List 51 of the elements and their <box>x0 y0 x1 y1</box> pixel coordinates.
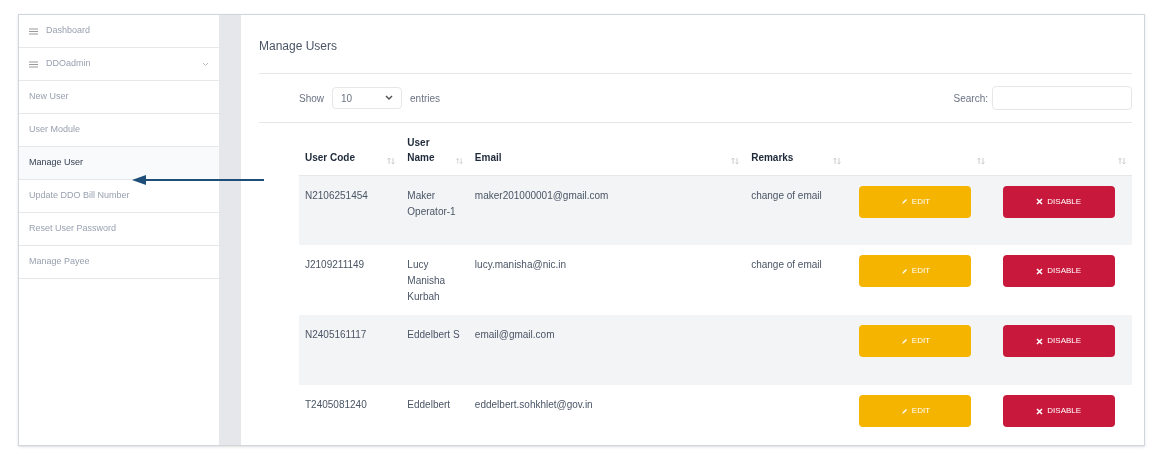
dashboard-icon <box>29 27 38 35</box>
email-cell: email@gmail.com <box>474 329 555 340</box>
email-cell: lucy.manisha@nic.in <box>474 259 566 270</box>
edit-button[interactable]: EDIT <box>859 255 972 287</box>
entries-select[interactable]: 10 <box>332 87 402 109</box>
user-name-cell: Eddelbert <box>407 399 451 410</box>
user-code-cell: N2106251454 <box>305 189 368 201</box>
disable-button[interactable]: DISABLE <box>1002 395 1115 427</box>
edit-icon <box>900 337 908 345</box>
search-label: Search: <box>953 91 988 106</box>
user-name-cell: Eddelbert S <box>407 329 460 340</box>
show-label: Show <box>299 91 324 106</box>
column-header[interactable]: Email <box>474 149 502 165</box>
user-name-cell: Maker Operator-1 <box>407 189 456 217</box>
sort-icon[interactable] <box>387 156 396 165</box>
edit-button[interactable]: EDIT <box>859 325 972 357</box>
column-header[interactable]: Remarks <box>751 149 794 165</box>
column-header[interactable]: User Code <box>305 149 355 165</box>
edit-icon <box>900 267 908 275</box>
remarks-cell: change of email <box>751 189 822 201</box>
email-cell: maker201000001@gmail.com <box>474 189 609 201</box>
sort-icon[interactable] <box>1118 156 1126 165</box>
grid-icon <box>29 60 38 68</box>
sort-icon[interactable] <box>833 156 842 165</box>
email-cell: eddelbert.sohkhlet@gov.in <box>474 399 593 410</box>
user-code-cell: J2109211149 <box>305 259 365 270</box>
disable-button[interactable]: DISABLE <box>1002 255 1115 287</box>
close-icon <box>1036 407 1044 415</box>
edit-icon <box>900 407 908 415</box>
user-code-cell: T2405081240 <box>305 399 367 410</box>
column-header[interactable]: User Name <box>407 134 452 165</box>
chevron-icon <box>202 61 209 67</box>
sort-icon[interactable] <box>976 156 985 165</box>
sidebar-item[interactable]: Manage User <box>19 147 219 180</box>
close-icon <box>1036 198 1044 205</box>
disable-button[interactable]: DISABLE <box>1002 325 1115 357</box>
caret-icon <box>385 95 393 101</box>
sort-icon[interactable] <box>456 156 463 165</box>
close-icon <box>1036 337 1044 345</box>
entries-label: entries <box>410 91 441 106</box>
close-icon <box>1036 267 1044 275</box>
panel-title: Manage Users <box>259 15 1132 74</box>
sort-icon[interactable] <box>731 156 740 165</box>
edit-button[interactable]: EDIT <box>859 395 972 427</box>
edit-icon <box>900 198 908 205</box>
user-name-cell: Lucy Manisha Kurbah <box>407 259 446 302</box>
edit-button[interactable]: EDIT <box>859 185 972 218</box>
remarks-cell: change of email <box>751 259 822 270</box>
search-field[interactable] <box>992 86 1132 110</box>
user-code-cell: N2405161117 <box>305 329 367 340</box>
disable-button[interactable]: DISABLE <box>1002 185 1115 218</box>
